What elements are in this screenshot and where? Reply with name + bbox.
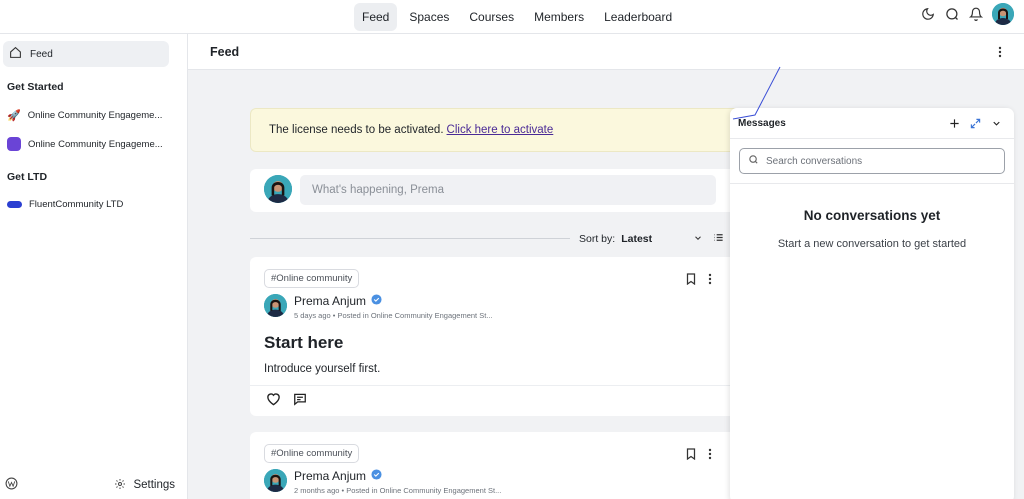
plus-icon[interactable]	[949, 116, 960, 134]
sidebar-item-label: Online Community Engageme...	[27, 110, 163, 121]
bell-icon[interactable]	[968, 6, 984, 22]
sort-control: Sort by: Latest	[579, 232, 724, 246]
chevron-down-icon[interactable]	[693, 233, 703, 246]
feed-post: #Online community Prema Anjum 2 months a…	[250, 432, 740, 499]
empty-state-title: No conversations yet	[803, 208, 941, 223]
nav-courses[interactable]: Courses	[461, 3, 522, 31]
nav-leaderboard[interactable]: Leaderboard	[596, 3, 680, 31]
avatar[interactable]	[264, 469, 287, 492]
page-title: Feed	[210, 45, 240, 59]
post-body: Introduce yourself first.	[264, 363, 381, 375]
messages-panel: Messages Search conversations No convers…	[730, 108, 1014, 499]
empty-state-subtitle: Start a new conversation to get started	[777, 238, 967, 250]
author-name[interactable]: Prema Anjum	[294, 469, 366, 483]
main-nav: Feed Spaces Courses Members Leaderboard	[354, 3, 680, 31]
sidebar-item-fluentcommunity-ltd[interactable]: FluentCommunity LTD	[7, 199, 183, 210]
post-meta: 2 months ago • Posted in Online Communit…	[294, 486, 502, 495]
top-icons	[920, 3, 1014, 25]
author-name[interactable]: Prema Anjum	[294, 294, 366, 308]
sidebar-item-label: Online Community Engageme...	[28, 138, 163, 150]
sidebar-item-space-1[interactable]: 🚀 Online Community Engageme...	[7, 109, 183, 122]
search-icon	[748, 154, 759, 168]
more-options-icon[interactable]	[708, 447, 712, 465]
top-navigation-bar: Feed Spaces Courses Members Leaderboard	[0, 0, 1024, 34]
composer-input[interactable]: What's happening, Prema	[300, 175, 716, 205]
sidebar-heading-get-ltd: Get LTD	[7, 171, 48, 183]
user-avatar[interactable]	[992, 3, 1014, 25]
content-header: Feed	[188, 34, 1024, 70]
sort-label: Sort by:	[579, 233, 616, 245]
search-placeholder: Search conversations	[766, 155, 863, 167]
chevron-down-icon[interactable]	[991, 116, 1002, 134]
sidebar-item-label: FluentCommunity LTD	[29, 199, 124, 210]
verified-badge-icon	[371, 294, 382, 308]
sort-select[interactable]: Latest	[621, 233, 691, 245]
divider	[250, 238, 570, 239]
post-meta: 5 days ago • Posted in Online Community …	[294, 311, 493, 320]
verified-badge-icon	[371, 469, 382, 483]
expand-icon[interactable]	[970, 116, 981, 134]
activate-link[interactable]: Click here to activate	[447, 124, 554, 136]
avatar[interactable]	[264, 294, 287, 317]
list-view-icon[interactable]	[713, 232, 724, 246]
messages-title: Messages	[738, 118, 786, 129]
nav-members[interactable]: Members	[526, 3, 592, 31]
search-conversations-input[interactable]: Search conversations	[739, 148, 1005, 174]
license-banner-text: The license needs to be activated.	[269, 124, 444, 136]
blue-pill-icon	[7, 201, 22, 208]
nav-feed[interactable]: Feed	[354, 3, 398, 31]
settings-link[interactable]: Settings	[114, 478, 175, 493]
messages-header-icons	[949, 116, 1002, 134]
license-banner: The license needs to be activated. Click…	[250, 108, 740, 152]
sidebar-item-label: Feed	[30, 48, 53, 60]
messages-header: Messages	[730, 108, 1014, 139]
more-options-icon[interactable]	[998, 45, 1002, 63]
gear-icon	[114, 478, 126, 493]
moon-icon[interactable]	[920, 6, 936, 22]
topic-tag[interactable]: #Online community	[264, 444, 360, 463]
sidebar-heading-get-started: Get Started	[7, 81, 64, 93]
sidebar-item-space-2[interactable]: Online Community Engageme...	[7, 137, 183, 151]
post-composer: What's happening, Prema	[250, 169, 740, 212]
purple-square-icon	[7, 137, 21, 151]
post-author: Prema Anjum 5 days ago • Posted in Onlin…	[264, 294, 493, 320]
wordpress-icon[interactable]	[5, 477, 18, 493]
post-title[interactable]: Start here	[264, 333, 343, 353]
heart-icon[interactable]	[266, 392, 281, 411]
post-actions	[686, 447, 712, 465]
rocket-icon: 🚀	[7, 110, 21, 122]
comment-icon[interactable]	[293, 392, 307, 411]
bookmark-icon[interactable]	[686, 447, 696, 465]
home-icon	[9, 46, 22, 62]
bookmark-icon[interactable]	[686, 272, 696, 290]
sidebar-footer: Settings	[0, 471, 188, 499]
post-actions	[686, 272, 712, 290]
nav-spaces[interactable]: Spaces	[401, 3, 457, 31]
post-author: Prema Anjum 2 months ago • Posted in Onl…	[264, 469, 501, 495]
topic-tag[interactable]: #Online community	[264, 269, 360, 288]
sidebar: Feed Get Started 🚀 Online Community Enga…	[0, 34, 188, 499]
feed-post: #Online community Prema Anjum 5 days ago…	[250, 257, 740, 416]
more-options-icon[interactable]	[708, 272, 712, 290]
settings-label: Settings	[133, 479, 175, 491]
search-icon[interactable]	[944, 6, 960, 22]
sidebar-item-feed[interactable]: Feed	[3, 41, 169, 67]
divider	[730, 183, 1014, 184]
avatar	[264, 175, 292, 203]
post-footer	[250, 385, 740, 416]
